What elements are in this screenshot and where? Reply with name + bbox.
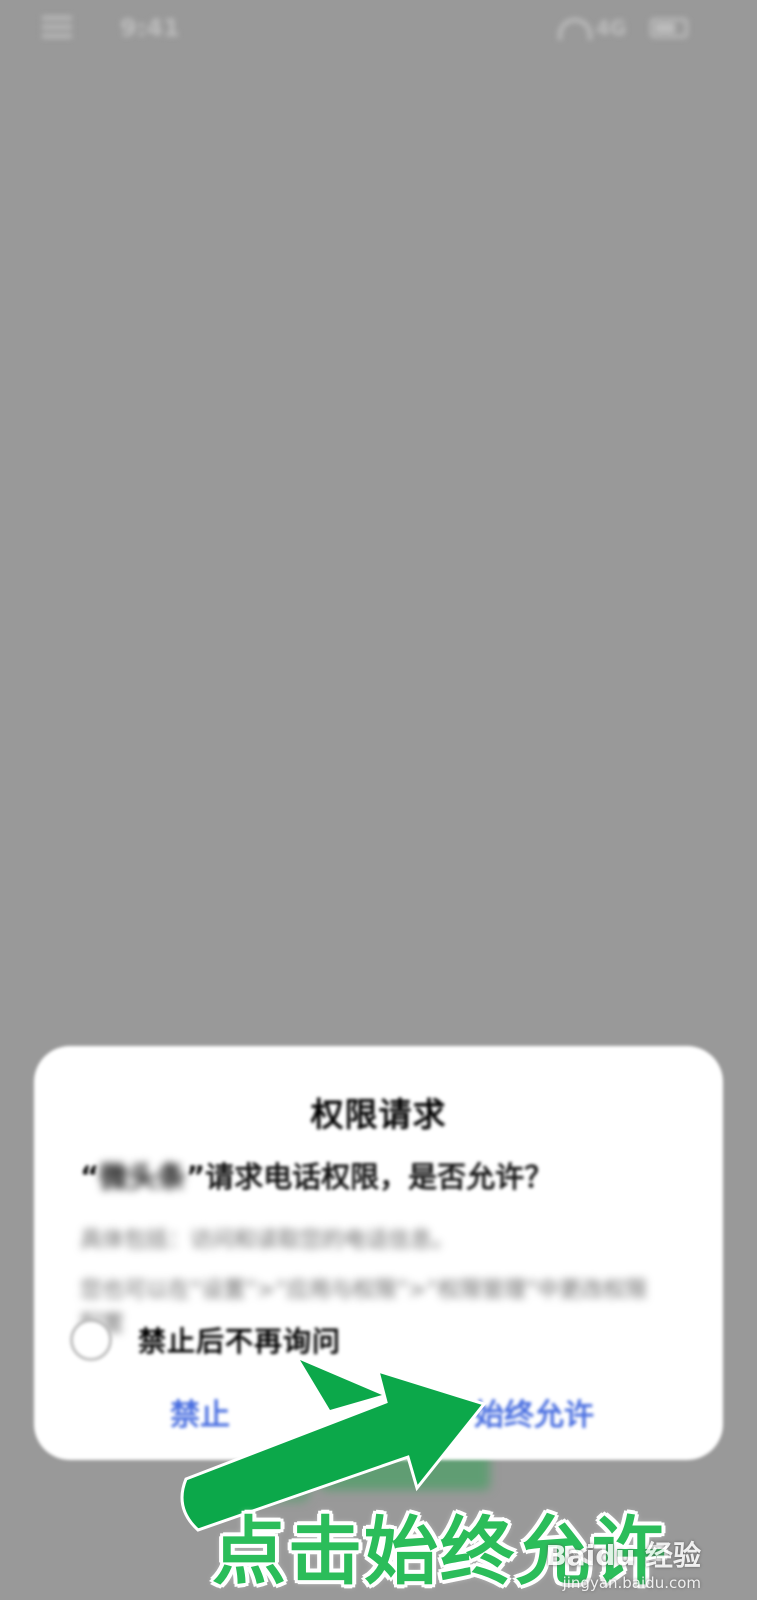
- message-open-quote: “: [80, 1160, 100, 1194]
- wifi-icon: [558, 18, 592, 40]
- menu-icon: [42, 16, 72, 38]
- dont-ask-again-label: 禁止后不再询问: [138, 1325, 342, 1358]
- signal-indicator: 4G: [596, 16, 627, 40]
- always-allow-button[interactable]: 始终允许: [474, 1390, 594, 1434]
- dont-ask-again-option[interactable]: 禁止后不再询问: [70, 1318, 341, 1362]
- deny-button[interactable]: 禁止: [170, 1390, 230, 1434]
- message-text: ”请求电话权限，是否允许？: [186, 1160, 554, 1194]
- dialog-message: “微头条”请求电话权限，是否允许？: [80, 1154, 693, 1196]
- dialog-detail-line: 具体包括：访问和读取您的电话信息。: [80, 1228, 455, 1253]
- app-name: 微头条: [99, 1160, 187, 1194]
- status-time: 9:41: [120, 14, 180, 42]
- baidu-watermark: Baidu 经验 jingyan.baidu.com: [545, 1534, 701, 1592]
- permission-dialog: 权限请求 “微头条”请求电话权限，是否允许？ 具体包括：访问和读取您的电话信息。…: [34, 1046, 723, 1460]
- dialog-title: 权限请求: [310, 1095, 447, 1134]
- watermark-url: jingyan.baidu.com: [562, 1574, 701, 1592]
- watermark-logo: Baidu 经验: [545, 1539, 701, 1572]
- dont-ask-again-checkbox[interactable]: [70, 1319, 112, 1361]
- status-bar: 9:41 4G: [0, 0, 757, 62]
- battery-icon: [650, 18, 688, 38]
